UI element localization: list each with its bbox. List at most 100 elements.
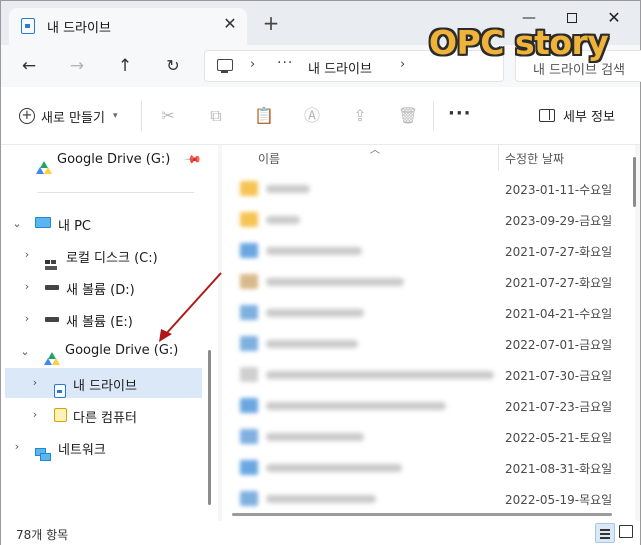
file-icon	[240, 181, 258, 196]
file-row[interactable]: 2021-04-21-수요일	[222, 297, 627, 328]
details-button[interactable]: 세부 정보	[539, 106, 615, 125]
file-date-modified: 2022-05-21-토요일	[505, 431, 613, 445]
chevron-down-icon[interactable]: ⌄	[11, 217, 23, 230]
file-date-modified: 2023-01-11-수요일	[505, 183, 613, 197]
file-icon	[240, 212, 258, 227]
cut-icon[interactable]: ✂	[157, 105, 179, 127]
forward-button[interactable]: →	[63, 53, 91, 79]
share-icon[interactable]: ⇪	[349, 105, 371, 127]
chevron-right-icon[interactable]: ›	[21, 248, 33, 261]
file-row[interactable]: 2021-07-30-금요일	[222, 359, 627, 390]
sidebar-scrollbar[interactable]	[208, 350, 211, 505]
horizontal-scrollbar[interactable]	[232, 513, 612, 516]
file-name-blurred	[266, 495, 376, 503]
file-icon	[240, 336, 258, 351]
sidebar-item-local-disk-c[interactable]: › 로컬 디스크 (C:)	[5, 240, 202, 270]
file-row[interactable]: 2021-08-31-화요일	[222, 452, 627, 483]
sidebar-item-other-computers[interactable]: › 다른 컴퓨터	[5, 400, 202, 430]
new-button-label: 새로 만들기	[41, 110, 105, 126]
file-name-blurred	[266, 216, 300, 224]
vertical-scrollbar[interactable]	[633, 157, 636, 207]
sidebar-item-label: 새 볼륨 (E:)	[66, 315, 133, 330]
file-row[interactable]: 2022-07-01-금요일	[222, 328, 627, 359]
paste-icon[interactable]: 📋	[253, 105, 275, 127]
plus-icon: +	[19, 108, 35, 124]
rename-icon[interactable]: Ⓐ	[301, 105, 323, 127]
file-name-blurred	[266, 185, 310, 193]
my-drive-tab-icon	[21, 18, 35, 34]
sidebar-item-google-drive-g[interactable]: ⌄ Google Drive (G:)	[5, 336, 202, 366]
file-row[interactable]: 2022-05-21-토요일	[222, 421, 627, 452]
file-date-modified: 2021-07-27-화요일	[505, 276, 613, 290]
chevron-right-icon[interactable]: ›	[29, 376, 41, 389]
sidebar-item-network[interactable]: › 네트워크	[5, 432, 202, 462]
file-date-modified: 2021-08-31-화요일	[505, 462, 613, 476]
sort-ascending-icon: ︿	[370, 145, 380, 156]
item-count: 78개 항목	[16, 528, 69, 542]
file-icon	[240, 305, 258, 320]
file-list-area: 이름 ︿ 수정한 날짜 2023-01-11-수요일 2023-09-29-금요일…	[218, 145, 640, 521]
breadcrumb-separator-icon[interactable]: ›	[250, 57, 255, 72]
file-date-modified: 2021-07-27-화요일	[505, 245, 613, 259]
sidebar-item-label: 내 드라이브	[73, 379, 137, 394]
file-date-modified: 2021-07-30-금요일	[505, 369, 613, 383]
file-row[interactable]: 2021-07-27-화요일	[222, 266, 627, 297]
details-view-button[interactable]	[595, 523, 615, 543]
toolbar-divider	[141, 101, 142, 131]
network-icon	[35, 448, 51, 462]
chevron-right-icon[interactable]: ›	[11, 440, 23, 453]
breadcrumb-my-drive[interactable]: 내 드라이브	[308, 58, 372, 77]
file-icon	[240, 429, 258, 444]
tiles-view-button[interactable]	[619, 525, 633, 538]
file-name-blurred	[266, 433, 364, 441]
chevron-right-icon[interactable]: ›	[21, 312, 33, 325]
pin-icon[interactable]: 📌	[183, 150, 202, 169]
file-row[interactable]: 2021-07-23-금요일	[222, 390, 627, 421]
more-options-button[interactable]: ···	[448, 103, 472, 124]
maximize-icon	[567, 13, 577, 23]
column-divider[interactable]	[498, 145, 499, 171]
my-drive-icon	[54, 384, 66, 398]
file-row[interactable]: 2023-09-29-금요일	[222, 204, 627, 235]
sidebar-item-volume-e[interactable]: › 새 볼륨 (E:)	[5, 304, 202, 334]
up-button[interactable]: ↑	[111, 53, 139, 79]
file-icon	[240, 274, 258, 289]
local-disk-icon	[45, 260, 57, 270]
chevron-down-icon[interactable]: ⌄	[19, 345, 31, 358]
tab-close-icon[interactable]: ✕	[219, 13, 241, 35]
delete-icon[interactable]: 🗑	[397, 105, 419, 127]
sidebar-divider	[37, 192, 194, 193]
sidebar-item-google-drive-quick[interactable]: Google Drive (G:) 📌	[5, 145, 202, 175]
sidebar-item-label: 내 PC	[58, 219, 92, 234]
status-bar: 78개 항목	[1, 521, 640, 545]
file-name-blurred	[266, 278, 404, 286]
chevron-right-icon[interactable]: ›	[21, 280, 33, 293]
new-button[interactable]: + 새로 만들기 ▾	[19, 105, 117, 127]
file-explorer-window: 내 드라이브 ✕ + — ✕ ← → ↑ ↻ › ··· 내 드라이브 › 내 …	[0, 0, 641, 545]
file-date-modified: 2022-07-01-금요일	[505, 338, 613, 352]
sidebar-item-this-pc[interactable]: ⌄ 내 PC	[5, 208, 202, 238]
toolbar-divider	[433, 101, 434, 131]
file-row[interactable]: 2022-05-19-목요일	[222, 483, 627, 514]
breadcrumb-overflow-button[interactable]: ···	[277, 55, 293, 71]
copy-icon[interactable]: ⧉	[205, 105, 227, 127]
file-icon	[240, 398, 258, 413]
file-row[interactable]: 2023-01-11-수요일	[222, 173, 627, 204]
refresh-button[interactable]: ↻	[159, 53, 187, 79]
file-list: 이름 ︿ 수정한 날짜 2023-01-11-수요일 2023-09-29-금요일…	[222, 145, 636, 521]
file-date-modified: 2022-05-19-목요일	[505, 493, 613, 507]
file-date-modified: 2021-07-23-금요일	[505, 400, 613, 414]
file-name-blurred	[266, 340, 358, 348]
sidebar-item-my-drive[interactable]: › 내 드라이브	[5, 368, 202, 398]
tab-my-drive[interactable]: 내 드라이브 ✕	[9, 8, 247, 45]
details-button-label: 세부 정보	[563, 110, 615, 125]
file-row[interactable]: 2021-07-27-화요일	[222, 235, 627, 266]
breadcrumb-chevron-icon[interactable]: ›	[400, 57, 405, 72]
sidebar-item-volume-d[interactable]: › 새 볼륨 (D:)	[5, 272, 202, 302]
file-name-blurred	[266, 247, 362, 255]
back-button[interactable]: ←	[15, 53, 43, 79]
new-tab-button[interactable]: +	[260, 13, 282, 35]
chevron-right-icon[interactable]: ›	[29, 408, 41, 421]
navigation-pane: Google Drive (G:) 📌 ⌄ 내 PC › 로컬 디스크 (C:)…	[1, 145, 218, 521]
pc-icon	[35, 217, 51, 228]
